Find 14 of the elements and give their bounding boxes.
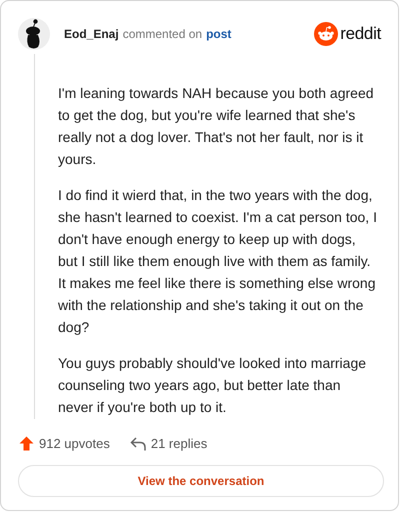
comment-paragraph: I do find it wierd that, in the two years with the dog, she hasn't learned to coexist. I'm a cat person too, I don't have enough energy to keep up with dogs, but I still like them enough live with them as family. It makes me feel like there is something else wrong with the relationship and she's taking it out on the dog? bbox=[58, 186, 378, 337]
view-conversation-button[interactable]: View the conversation bbox=[18, 465, 384, 497]
avatar-icon bbox=[18, 18, 50, 50]
comment-paragraph: You guys probably should've looked into marriage counseling two years ago, but better late than never if you're both up to it. bbox=[58, 354, 368, 417]
comment-paragraph: I'm leaning towards NAH because you both agreed to get the dog, but you're wife learned that she's really not a dog lover. That's not her fault, nor is it yours. bbox=[58, 84, 375, 169]
reply-count: 21 replies bbox=[150, 436, 208, 451]
username[interactable]: Eod_Enaj bbox=[64, 27, 119, 41]
action-text: commented on bbox=[122, 27, 202, 41]
brand-name: reddit bbox=[340, 24, 381, 44]
upvote-count: 912 upvotes bbox=[39, 436, 110, 451]
snoo-icon bbox=[314, 22, 338, 46]
upvote-arrow-icon bbox=[19, 436, 34, 451]
reply-arrow-icon bbox=[130, 436, 146, 450]
post-link[interactable]: post bbox=[206, 27, 232, 41]
